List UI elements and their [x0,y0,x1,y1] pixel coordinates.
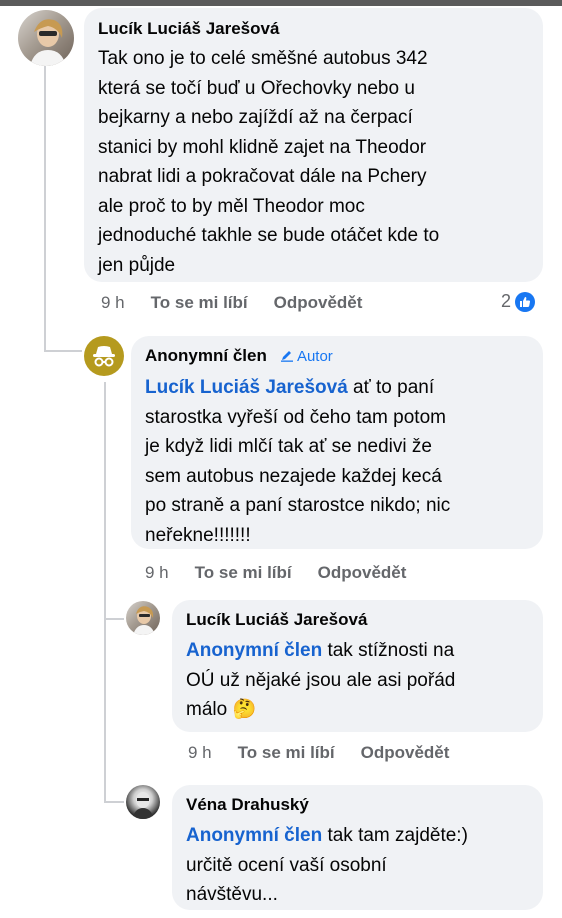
comment-author-line: Anonymní člen Autor [145,345,529,368]
comment-actions: 9 h To se mi líbí Odpovědět [101,293,362,313]
comment-text: Lucík Luciáš Jarešová ať to paní starost… [145,377,451,546]
comment-author[interactable]: Lucík Luciáš Jarešová [98,18,529,40]
comment-actions: 9 h To se mi líbí Odpovědět [145,563,406,583]
avatar-photo [133,606,155,635]
mention-link[interactable]: Anonymní člen [186,640,322,661]
thread-line-replies [104,382,106,802]
comment-text: Anonymní člen tak tam zajděte:) určitě o… [186,825,468,905]
comment-text: Anonymní člen tak stížnosti na OÚ už něj… [186,640,456,720]
thread-line-reply-2 [104,801,124,803]
like-button[interactable]: To se mi líbí [151,293,248,313]
thread-line-reply-1 [104,618,124,620]
avatar-photo [132,792,154,819]
mention-link[interactable]: Anonymní člen [186,825,322,846]
pencil-icon [280,351,293,362]
like-thumb-icon [515,291,536,312]
top-edge-bar [0,0,562,6]
comment-bubble: Véna Drahuský Anonymní člen tak tam zajd… [172,785,543,910]
like-button[interactable]: To se mi líbí [238,743,335,763]
avatar-photo [30,19,66,66]
reaction-count: 2 [501,291,512,311]
comment-time[interactable]: 9 h [145,563,169,583]
reply-button[interactable]: Odpovědět [318,563,407,583]
anonymous-member-icon[interactable] [84,336,124,376]
reply-button[interactable]: Odpovědět [361,743,450,763]
comment-author[interactable]: Véna Drahuský [186,794,529,816]
comment-author[interactable]: Lucík Luciáš Jarešová [186,609,529,631]
author-badge: Autor [280,348,333,365]
reaction-badge[interactable]: 2 [501,291,536,312]
comment-bubble: Lucík Luciáš Jarešová Tak ono je to celé… [84,8,543,282]
comment-author[interactable]: Anonymní člen [145,346,267,365]
avatar[interactable] [18,10,74,66]
comment-time[interactable]: 9 h [101,293,125,313]
avatar[interactable] [126,785,160,819]
thread-line-main-curve [44,350,82,352]
avatar[interactable] [126,601,160,635]
comment-actions: 9 h To se mi líbí Odpovědět [188,743,449,763]
thread-line-main [44,66,46,352]
thinking-face-emoji: 🤔 [232,699,257,720]
comment-time[interactable]: 9 h [188,743,212,763]
mention-link[interactable]: Lucík Luciáš Jarešová [145,377,348,398]
comment-bubble: Anonymní člen Autor Lucík Luciáš Jarešov… [131,336,543,549]
like-button[interactable]: To se mi líbí [195,563,292,583]
comment-bubble: Lucík Luciáš Jarešová Anonymní člen tak … [172,600,543,732]
reply-button[interactable]: Odpovědět [274,293,363,313]
comment-text: Tak ono je to celé směšné autobus 342 kt… [98,48,440,276]
